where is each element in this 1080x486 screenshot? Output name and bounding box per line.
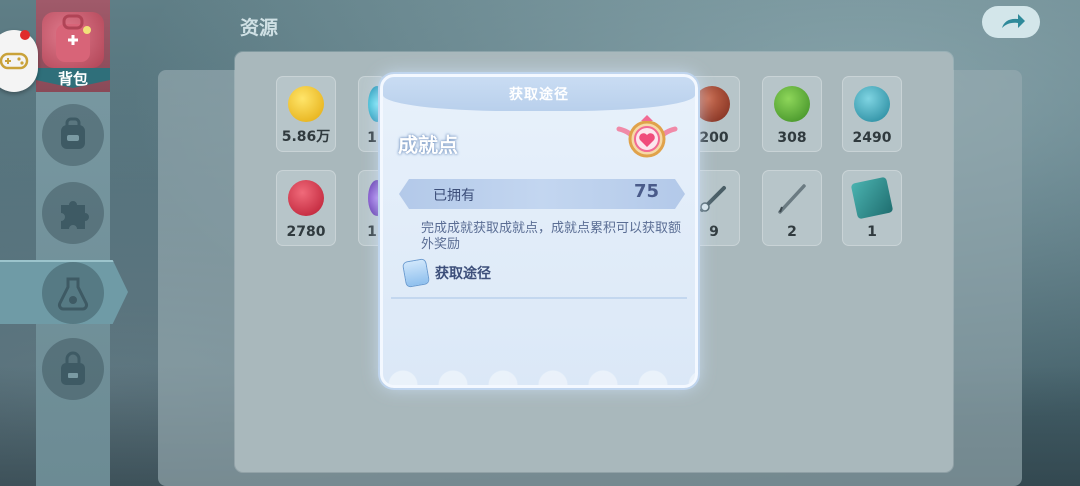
gamepad-icon xyxy=(0,52,29,70)
back-arrow-icon xyxy=(1002,14,1025,28)
coin-icon xyxy=(288,86,324,122)
item-description: 完成成就获取成就点，成就点累积可以获取额外奖励 xyxy=(421,221,682,252)
dialog-header-title: 获取途径 xyxy=(509,87,569,103)
inventory-item[interactable]: 1 xyxy=(842,170,902,246)
book-icon xyxy=(850,176,894,220)
wand-icon xyxy=(696,180,732,216)
acquisition-source-label: 获取途径 xyxy=(435,266,491,282)
inventory-item[interactable]: 2490 xyxy=(842,76,902,152)
item-count: 2 xyxy=(787,224,797,240)
inventory-item[interactable]: 2780 xyxy=(276,170,336,246)
pen-icon xyxy=(774,180,810,216)
sidebar-item-backpack[interactable] xyxy=(42,104,104,166)
inventory-item[interactable]: 308 xyxy=(762,76,822,152)
sidebar-item-potion[interactable] xyxy=(42,262,104,324)
sidebar-item-puzzle[interactable] xyxy=(42,182,104,244)
owned-value: 75 xyxy=(633,181,659,202)
backpack-icon xyxy=(61,117,85,149)
owned-label: 已拥有 xyxy=(433,188,475,204)
dialog-header: 获取途径 xyxy=(383,77,695,111)
balloon-brown-icon xyxy=(694,86,730,122)
page-title: 资源 xyxy=(240,17,279,39)
item-count: 2490 xyxy=(852,130,892,146)
acquisition-dialog: 获取途径 成就点 已拥有 75 完成成就获取成就点，成就点累积可以获取额外奖励 … xyxy=(380,74,698,388)
item-count: 1 xyxy=(867,224,877,240)
sidebar-item-bag[interactable] xyxy=(42,338,104,400)
balloon-blue-icon xyxy=(854,86,890,122)
notification-dot xyxy=(20,30,30,40)
inventory-item[interactable]: 5.86万 xyxy=(276,76,336,152)
balloon-red-icon xyxy=(288,180,324,216)
puzzle-icon xyxy=(61,201,89,229)
back-button[interactable] xyxy=(982,6,1040,38)
gamepad-button[interactable] xyxy=(0,30,38,92)
inventory-item[interactable]: 2 xyxy=(762,170,822,246)
dialog-item-name: 成就点 xyxy=(398,133,458,157)
item-count: 5.86万 xyxy=(281,129,331,145)
divider xyxy=(391,297,687,299)
bag-icon xyxy=(61,351,85,385)
item-count: 2780 xyxy=(286,224,326,240)
potion-icon xyxy=(57,277,89,311)
heart-badge-icon xyxy=(615,111,679,165)
note-icon xyxy=(403,259,429,287)
lace-decoration xyxy=(383,345,695,385)
balloon-green-icon xyxy=(774,86,810,122)
item-count: 308 xyxy=(777,130,807,146)
backpack-red-icon xyxy=(42,12,104,68)
